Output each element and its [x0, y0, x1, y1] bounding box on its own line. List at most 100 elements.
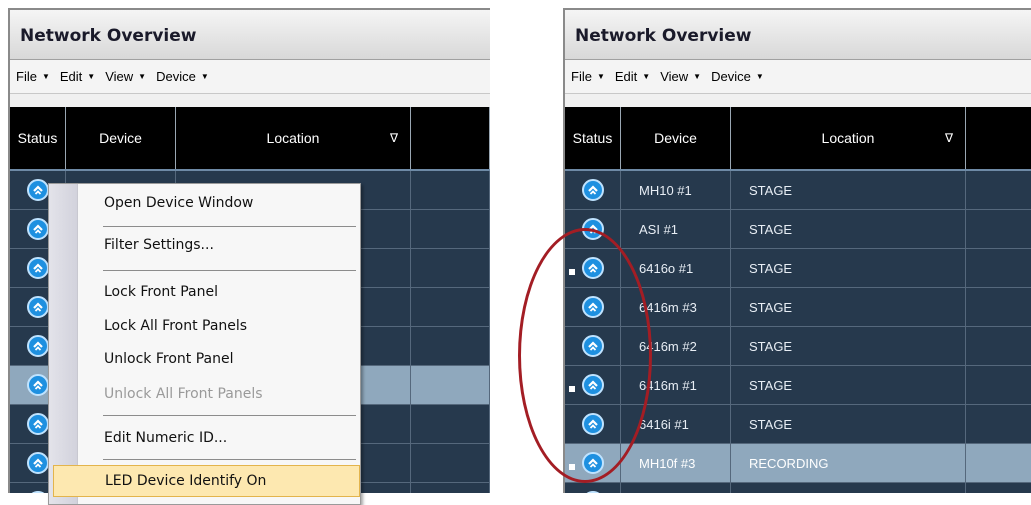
menu-separator [103, 415, 356, 416]
chevron-down-icon: ▼ [693, 72, 702, 81]
title-bar: Network Overview [10, 10, 490, 60]
cell-device: ASI #1 [621, 210, 731, 248]
menu-edit[interactable]: Edit ▼ [615, 69, 650, 84]
online-status-icon[interactable] [26, 374, 49, 396]
cell-empty [966, 249, 1031, 287]
menu-device[interactable]: Device ▼ [156, 69, 209, 84]
menu-led-device-identify-on[interactable]: LED Device Identify On [53, 465, 360, 497]
menu-filter-settings[interactable]: Filter Settings... [77, 229, 360, 261]
chevron-down-icon: ▼ [642, 72, 651, 81]
column-header-empty [966, 107, 1031, 169]
context-menu: Open Device Window Filter Settings... Lo… [48, 183, 361, 505]
chevron-down-icon: ▼ [138, 72, 147, 81]
column-header-device[interactable]: Device [66, 107, 176, 169]
menu-bar: File ▼ Edit ▼ View ▼ Device ▼ [10, 60, 490, 94]
cell-empty [411, 366, 490, 404]
cell-location: STAGE [731, 327, 966, 365]
table-header: Status Device Location ∇ [565, 107, 1031, 171]
online-status-icon[interactable] [26, 452, 49, 474]
table-row[interactable]: ASI #1 STAGE [565, 210, 1031, 249]
cell-location: STAGE [731, 288, 966, 326]
menu-label: Edit [59, 69, 83, 84]
menu-lock-front-panel[interactable]: Lock Front Panel [77, 276, 360, 308]
menu-unlock-all-front-panels: Unlock All Front Panels [104, 386, 263, 402]
menu-file[interactable]: File ▼ [571, 69, 605, 84]
column-header-status[interactable]: Status [10, 107, 66, 169]
menu-separator [103, 270, 356, 271]
menu-bar: File ▼ Edit ▼ View ▼ Device ▼ [565, 60, 1031, 94]
menu-label: Device [711, 69, 751, 84]
column-header-device[interactable]: Device [621, 107, 731, 169]
online-status-icon[interactable] [26, 179, 49, 201]
cell-empty [411, 444, 490, 482]
cell-device: MH10f #3 [621, 444, 731, 482]
menu-file[interactable]: File ▼ [16, 69, 50, 84]
menu-view[interactable]: View ▼ [660, 69, 701, 84]
menu-edit-numeric-id[interactable]: Edit Numeric ID... [77, 422, 360, 454]
menu-label: Edit [614, 69, 638, 84]
cell-location: STAGE [731, 171, 966, 209]
window-title: Network Overview [575, 25, 752, 46]
menu-view[interactable]: View ▼ [105, 69, 146, 84]
table-row[interactable]: MH10f #3 RECORDING [565, 444, 1031, 483]
cell-empty [966, 444, 1031, 482]
cell-empty [411, 288, 490, 326]
column-header-empty [411, 107, 490, 169]
cell-empty [966, 171, 1031, 209]
menu-lock-all-front-panels[interactable]: Lock All Front Panels [77, 310, 360, 342]
online-status-icon[interactable] [26, 335, 49, 357]
cell-status [565, 171, 621, 209]
table-row[interactable]: 6416dio #3RECORDING [565, 483, 1031, 493]
cell-empty [966, 327, 1031, 365]
cell-device: MH10 #1 [621, 171, 731, 209]
cell-empty [966, 405, 1031, 443]
menu-edit[interactable]: Edit ▼ [60, 69, 95, 84]
chevron-down-icon: ▼ [596, 72, 605, 81]
cell-empty [966, 483, 1031, 493]
menu-label: File [16, 69, 37, 84]
column-header-location[interactable]: Location ∇ [731, 107, 966, 169]
cell-empty [411, 405, 490, 443]
online-status-icon[interactable] [26, 257, 49, 279]
online-status-icon[interactable] [581, 179, 604, 201]
menu-open-device-window[interactable]: Open Device Window [77, 187, 360, 219]
cell-empty [966, 288, 1031, 326]
menu-separator [103, 226, 356, 227]
online-status-icon[interactable] [26, 218, 49, 240]
cell-status [565, 483, 621, 493]
chevron-down-icon: ▼ [200, 72, 209, 81]
online-status-icon[interactable] [581, 491, 604, 493]
table-row[interactable]: MH10 #1STAGE [565, 171, 1031, 210]
menu-unlock-front-panel[interactable]: Unlock Front Panel [77, 343, 360, 375]
cell-empty [411, 210, 490, 248]
menu-separator [103, 459, 356, 460]
table-header: Status Device Location ∇ [10, 107, 490, 171]
window-title: Network Overview [20, 25, 197, 46]
online-status-icon[interactable] [26, 296, 49, 318]
cell-location: STAGE [731, 405, 966, 443]
cell-empty [411, 249, 490, 287]
menu-label: View [660, 69, 689, 84]
column-label: Location [821, 130, 875, 146]
menu-label: View [105, 69, 134, 84]
cell-empty [966, 210, 1031, 248]
chevron-down-icon: ▼ [41, 72, 50, 81]
chevron-down-icon: ▼ [755, 72, 764, 81]
cell-empty [411, 327, 490, 365]
menu-device[interactable]: Device ▼ [711, 69, 764, 84]
cell-empty [411, 483, 490, 493]
sort-desc-icon[interactable]: ∇ [945, 131, 953, 145]
context-menu-icon-strip [49, 184, 78, 504]
column-label: Location [266, 130, 320, 146]
cell-location: STAGE [731, 210, 966, 248]
annotation-highlight-oval [518, 228, 652, 483]
cell-location: STAGE [731, 366, 966, 404]
column-header-status[interactable]: Status [565, 107, 621, 169]
sort-desc-icon[interactable]: ∇ [390, 131, 398, 145]
cell-location: RECORDING [731, 483, 966, 493]
online-status-icon[interactable] [26, 491, 49, 493]
online-status-icon[interactable] [26, 413, 49, 435]
cell-location: STAGE [731, 249, 966, 287]
column-header-location[interactable]: Location ∇ [176, 107, 411, 169]
cell-device: 6416dio #3 [621, 483, 731, 493]
